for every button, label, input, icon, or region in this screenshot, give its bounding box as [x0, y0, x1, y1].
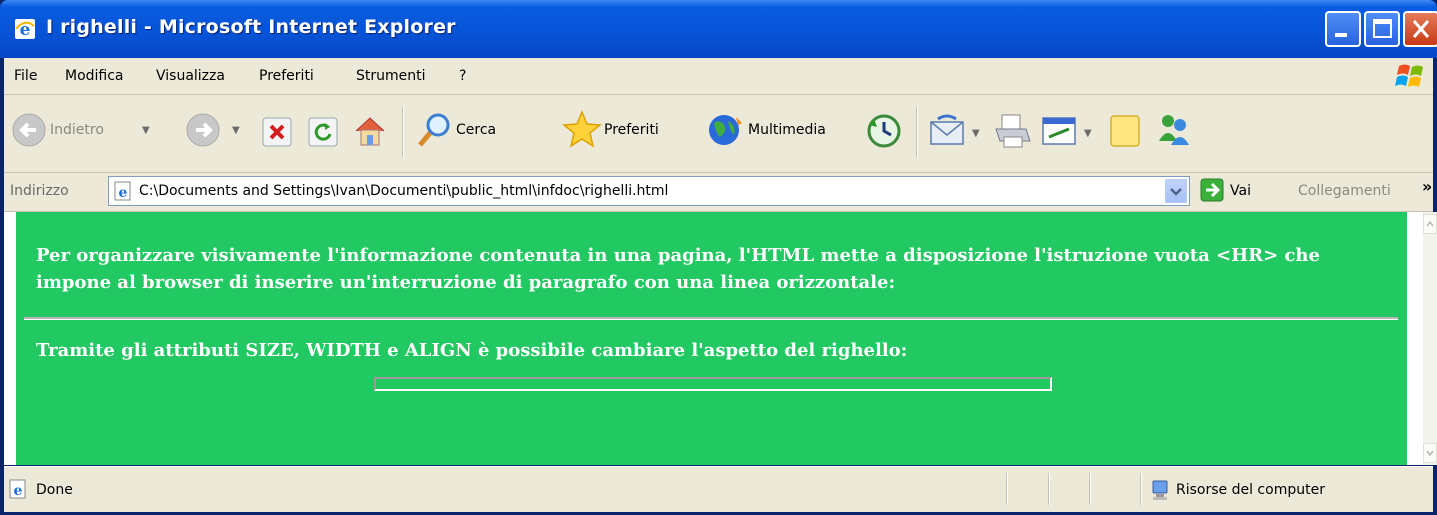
forward-arrow-icon — [186, 113, 220, 147]
status-divider — [1048, 473, 1050, 505]
svg-text:e: e — [14, 483, 23, 499]
media-button[interactable]: Multimedia — [706, 95, 866, 165]
toolbar-separator — [916, 107, 918, 157]
address-input[interactable]: e C:\Documents and Settings\Ivan\Documen… — [108, 176, 1190, 206]
toolbar-separator — [402, 107, 404, 157]
search-icon — [418, 113, 450, 147]
menu-strumenti[interactable]: Strumenti — [356, 68, 426, 84]
title-bar[interactable]: e I righelli - Microsoft Internet Explor… — [0, 0, 1437, 58]
back-arrow-icon — [12, 113, 46, 147]
windows-logo-icon — [1395, 64, 1423, 87]
menu-preferiti[interactable]: Preferiti — [259, 68, 314, 84]
back-label: Indietro — [50, 122, 104, 138]
horizontal-rule — [24, 317, 1398, 320]
window-title: I righelli - Microsoft Internet Explorer — [46, 16, 456, 38]
history-icon[interactable] — [866, 113, 902, 149]
menu-modifica[interactable]: Modifica — [65, 68, 124, 84]
links-label[interactable]: Collegamenti — [1298, 183, 1391, 199]
forward-dropdown-icon[interactable]: ▼ — [232, 125, 240, 136]
messenger-icon[interactable] — [1154, 111, 1194, 149]
intro-paragraph: Per organizzare visivamente l'informazio… — [36, 245, 1320, 293]
refresh-icon[interactable] — [308, 117, 338, 147]
chevron-down-icon — [1426, 450, 1434, 457]
status-text: Done — [36, 482, 73, 498]
menu-file[interactable]: File — [14, 68, 37, 84]
back-button[interactable]: Indietro ▼ — [10, 95, 160, 165]
discuss-icon[interactable] — [1108, 113, 1142, 149]
page-body: Per organizzare visivamente l'informazio… — [16, 212, 1407, 465]
search-button[interactable]: Cerca — [414, 95, 514, 165]
maximize-icon — [1373, 19, 1392, 38]
page-viewport: Per organizzare visivamente l'informazio… — [4, 212, 1437, 465]
svg-text:e: e — [119, 185, 128, 201]
vertical-scrollbar[interactable] — [1423, 212, 1437, 465]
status-divider — [1006, 473, 1008, 505]
links-chevron-icon[interactable]: » — [1422, 177, 1432, 196]
mail-dropdown-icon[interactable]: ▼ — [972, 128, 980, 139]
media-label: Multimedia — [748, 122, 826, 138]
browser-window: e I righelli - Microsoft Internet Explor… — [0, 0, 1437, 515]
address-dropdown-button[interactable] — [1165, 179, 1187, 203]
my-computer-icon — [1152, 480, 1168, 500]
stop-icon[interactable] — [262, 117, 292, 147]
close-icon — [1412, 20, 1430, 38]
back-dropdown-icon[interactable]: ▼ — [142, 125, 150, 136]
security-zone-label: Risorse del computer — [1176, 482, 1325, 498]
media-globe-icon — [709, 115, 742, 145]
search-label: Cerca — [456, 122, 497, 138]
print-icon[interactable] — [992, 111, 1032, 151]
styled-horizontal-rule — [374, 377, 1052, 391]
go-button[interactable]: Vai — [1230, 183, 1251, 199]
scroll-up-button[interactable] — [1423, 214, 1437, 234]
edit-dropdown-icon[interactable]: ▼ — [1084, 128, 1092, 139]
favorites-button[interactable]: Preferiti — [562, 95, 692, 165]
favorites-label: Preferiti — [604, 122, 659, 138]
minimize-button[interactable] — [1325, 11, 1361, 47]
address-url: C:\Documents and Settings\Ivan\Documenti… — [139, 183, 669, 199]
favorites-star-icon — [562, 110, 602, 148]
home-icon[interactable] — [352, 113, 388, 149]
ie-icon: e — [15, 19, 35, 40]
second-paragraph: Tramite gli attributi SIZE, WIDTH e ALIG… — [36, 340, 908, 361]
address-label: Indirizzo — [10, 183, 69, 199]
minimize-icon — [1335, 33, 1347, 37]
standard-toolbar: Indietro ▼ ▼ Cerca Preferiti Multimedia … — [4, 95, 1433, 173]
maximize-button[interactable] — [1364, 11, 1400, 47]
mail-icon[interactable] — [928, 113, 968, 149]
edit-icon[interactable] — [1040, 113, 1080, 149]
status-bar: e Done Risorse del computer — [4, 466, 1433, 512]
menu-bar: File Modifica Visualizza Preferiti Strum… — [4, 58, 1433, 95]
ie-page-icon: e — [9, 479, 26, 499]
go-arrow-icon[interactable] — [1200, 178, 1224, 202]
forward-button[interactable]: ▼ — [184, 95, 254, 165]
status-divider — [1089, 473, 1091, 505]
address-bar: Indirizzo e C:\Documents and Settings\Iv… — [4, 173, 1433, 212]
menu-help[interactable]: ? — [459, 68, 466, 84]
status-divider — [1140, 473, 1142, 505]
close-button[interactable] — [1403, 11, 1437, 47]
scroll-down-button[interactable] — [1423, 443, 1437, 463]
page-icon: e — [114, 181, 131, 201]
chevron-down-icon — [1170, 188, 1182, 196]
chevron-up-icon — [1426, 220, 1434, 227]
menu-visualizza[interactable]: Visualizza — [156, 68, 225, 84]
